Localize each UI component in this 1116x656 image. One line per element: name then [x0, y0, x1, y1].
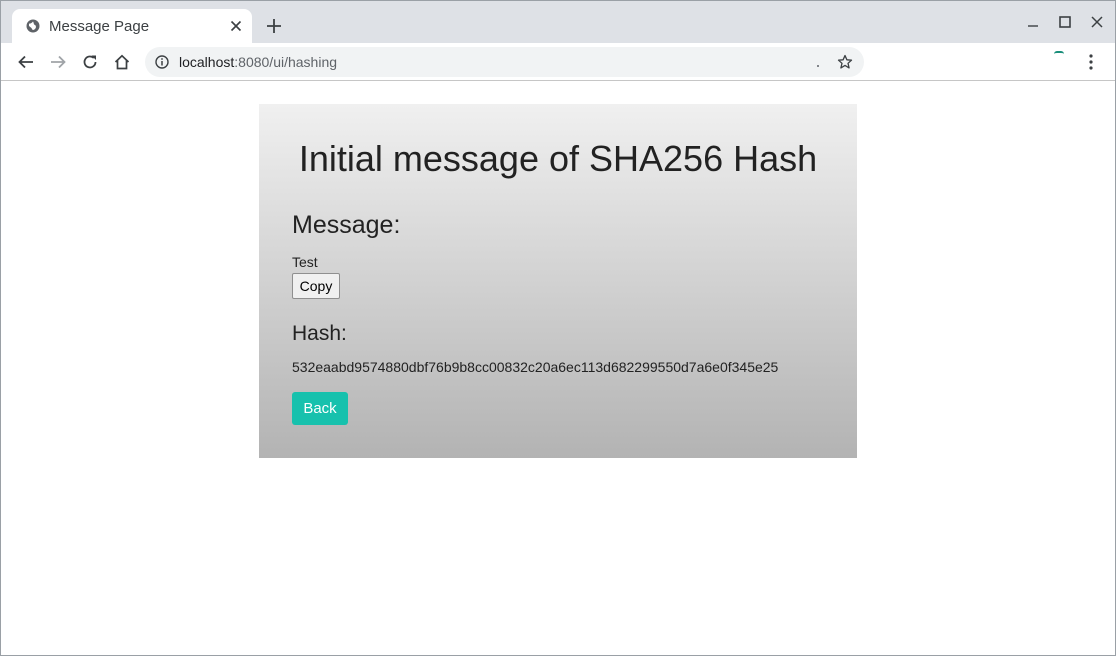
page-content: Initial message of SHA256 Hash Message: …: [1, 82, 1115, 655]
back-button[interactable]: Back: [292, 392, 348, 425]
arrow-left-icon[interactable]: [17, 53, 35, 71]
plus-icon[interactable]: [266, 18, 282, 34]
hash-value: 532eaabd9574880dbf76b9b8cc00832c20a6ec11…: [292, 359, 779, 375]
arrow-right-icon[interactable]: [49, 53, 67, 71]
browser-window: Message Page localhost:8080/ui/hashing I…: [0, 0, 1116, 656]
kebab-menu-icon[interactable]: [1083, 53, 1099, 71]
url-host: localhost: [179, 54, 235, 70]
browser-toolbar: localhost:8080/ui/hashing: [1, 43, 1115, 81]
info-icon[interactable]: [155, 55, 169, 69]
reload-icon[interactable]: [81, 53, 99, 71]
page-title: Initial message of SHA256 Hash: [298, 138, 818, 179]
message-heading: Message:: [292, 211, 401, 239]
url-text: localhost:8080/ui/hashing: [179, 54, 337, 70]
url-path: :8080/ui/hashing: [234, 54, 338, 70]
globe-icon: [26, 19, 40, 33]
tab-title: Message Page: [49, 18, 150, 35]
tab-strip: Message Page: [1, 1, 1115, 43]
minimize-icon[interactable]: [1026, 15, 1040, 29]
home-icon[interactable]: [113, 53, 131, 71]
omnibox-dot: [817, 65, 819, 67]
maximize-icon[interactable]: [1058, 15, 1072, 29]
hash-card: Initial message of SHA256 Hash Message: …: [259, 104, 857, 458]
close-icon[interactable]: [230, 20, 242, 32]
profile-indicator[interactable]: [1054, 51, 1064, 54]
message-value: Test: [292, 254, 318, 270]
star-icon[interactable]: [837, 54, 853, 70]
tab-message-page[interactable]: Message Page: [12, 9, 252, 43]
copy-button[interactable]: Copy: [292, 273, 340, 299]
hash-heading: Hash:: [292, 322, 347, 345]
address-bar[interactable]: localhost:8080/ui/hashing: [145, 47, 864, 77]
window-close-icon[interactable]: [1090, 15, 1104, 29]
